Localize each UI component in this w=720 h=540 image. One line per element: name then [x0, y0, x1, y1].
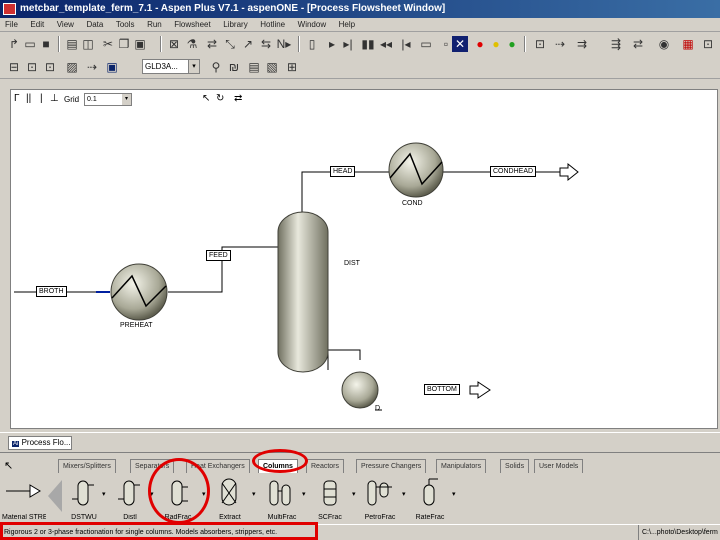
model-label: MultiFrac — [267, 514, 297, 521]
model-label: DSTWU — [71, 514, 97, 521]
block-label-d: D — [375, 405, 381, 412]
chevron-down-icon[interactable]: ▾ — [452, 490, 458, 498]
ratefrac-icon — [423, 478, 438, 506]
model-scfrac[interactable]: SCFrac — [308, 477, 352, 521]
library-pointer-icon[interactable]: ↖ — [4, 459, 13, 472]
highlight-status-message — [0, 522, 318, 540]
stream-label-feed[interactable]: FEED — [206, 250, 231, 261]
stream-label-condhead[interactable]: CONDHEAD — [490, 166, 537, 177]
preheat-block — [110, 263, 168, 321]
tab-mixers-splitters[interactable]: Mixers/Splitters — [58, 459, 116, 473]
cond-block — [388, 142, 444, 198]
block-label-dist: DIST — [344, 260, 360, 267]
tab-process-flowsheet[interactable]: Ai Process Flo... — [8, 436, 72, 450]
bottom-pump-block — [341, 371, 379, 409]
model-label: Extract — [219, 514, 241, 521]
tab-reactors[interactable]: Reactors — [306, 459, 345, 473]
tab-manipulators[interactable]: Manipulators — [436, 459, 487, 473]
model-label: PetroFrac — [364, 514, 396, 521]
scfrac-icon — [323, 480, 337, 506]
model-extract[interactable]: Extract — [208, 477, 252, 521]
dstwu-icon — [72, 480, 94, 506]
model-label: Distl — [123, 514, 137, 521]
model-label: Material STREAMS — [2, 514, 46, 521]
block-label-preheat: PREHEAT — [120, 322, 153, 329]
model-petrofrac[interactable]: PetroFrac — [358, 477, 402, 521]
model-material-streams[interactable]: Material STREAMS — [2, 477, 46, 521]
tab-pressure-changers[interactable]: Pressure Changers — [356, 459, 427, 473]
stream-label-head[interactable]: HEAD — [330, 166, 356, 177]
tab-solids[interactable]: Solids — [500, 459, 530, 473]
bottom-internal-line — [327, 349, 361, 370]
dist-block — [277, 211, 329, 373]
condhead-outlet-icon — [559, 162, 579, 182]
status-path: C:\...photo\Desktop\ferm — [638, 525, 718, 540]
highlight-radfrac — [148, 458, 210, 524]
highlight-columns-tab — [252, 449, 308, 473]
tab-label: Process Flo... — [21, 438, 71, 447]
model-label: SCFrac — [318, 514, 342, 521]
model-ratefrac[interactable]: RateFrac — [408, 477, 452, 521]
bottom-outlet-icon — [469, 381, 491, 399]
model-distl[interactable]: Distl — [108, 477, 152, 521]
window-tab-strip — [0, 432, 720, 450]
multifrac-icon — [269, 480, 291, 506]
stream-label-bottom[interactable]: BOTTOM — [424, 384, 460, 395]
flowsheet-icon: Ai — [12, 441, 20, 447]
tab-user-models[interactable]: User Models — [534, 459, 584, 473]
model-dstwu[interactable]: DSTWU — [62, 477, 106, 521]
head-stream-line — [301, 171, 390, 212]
petrofrac-icon — [367, 480, 392, 506]
distl-icon — [118, 480, 140, 506]
stream-label-broth[interactable]: BROTH — [36, 286, 67, 297]
material-stream-icon — [6, 484, 41, 498]
chevron-down-icon[interactable]: ▾ — [252, 490, 258, 498]
extract-icon — [221, 478, 237, 506]
block-label-cond: COND — [402, 200, 423, 207]
model-multifrac[interactable]: MultiFrac — [260, 477, 304, 521]
model-label: RateFrac — [415, 514, 445, 521]
